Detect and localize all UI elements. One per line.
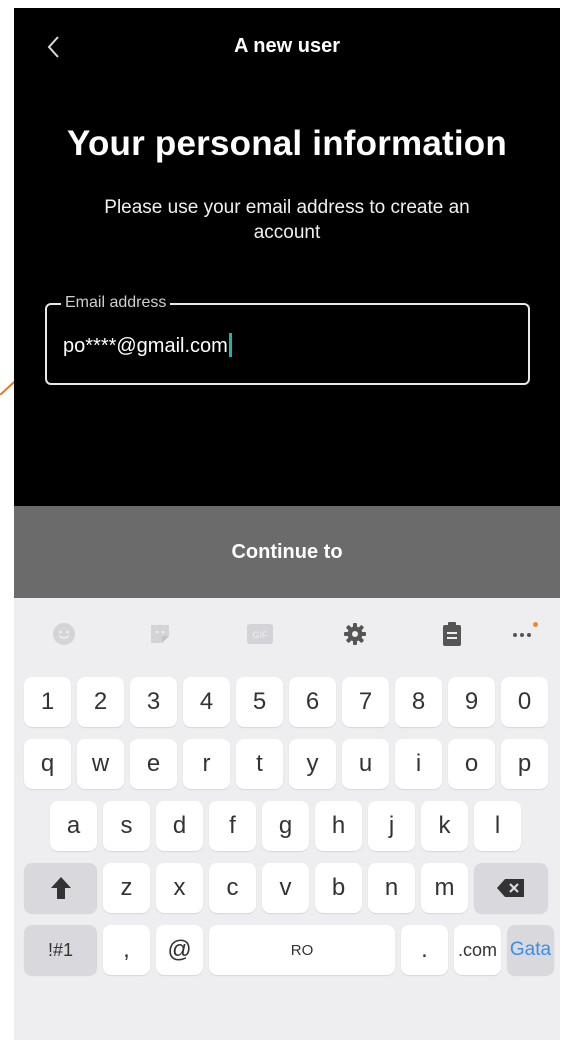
key-t[interactable]: t: [236, 739, 283, 789]
backspace-key[interactable]: [474, 863, 548, 913]
key-0[interactable]: 0: [501, 677, 548, 727]
clipboard-icon: [443, 622, 461, 646]
key-m[interactable]: m: [421, 863, 468, 913]
sticker-button[interactable]: [140, 616, 180, 652]
email-field-value: po****@gmail.com: [63, 335, 228, 357]
key-4[interactable]: 4: [183, 677, 230, 727]
space-key[interactable]: RO: [209, 925, 395, 975]
key-f[interactable]: f: [209, 801, 256, 851]
email-field[interactable]: Email address po****@gmail.com: [45, 293, 530, 385]
emoji-icon: [53, 623, 75, 645]
key-p[interactable]: p: [501, 739, 548, 789]
more-icon: [513, 633, 531, 637]
key-z[interactable]: z: [103, 863, 150, 913]
symbols-key[interactable]: !#1: [24, 925, 97, 975]
settings-button[interactable]: [335, 616, 375, 652]
email-field-label: Email address: [61, 293, 171, 313]
shift-arrow-icon: [50, 877, 71, 899]
keyboard-toolbar: GIF: [14, 598, 560, 670]
key-w[interactable]: w: [77, 739, 124, 789]
key-h[interactable]: h: [315, 801, 362, 851]
keyboard: GIF 1 2 3 4 5 6 7 8 9 0 q w e r t y u i …: [14, 598, 560, 1040]
page-heading: Your personal information: [67, 124, 507, 163]
key-s[interactable]: s: [103, 801, 150, 851]
key-a[interactable]: a: [50, 801, 97, 851]
key-n[interactable]: n: [368, 863, 415, 913]
key-b[interactable]: b: [315, 863, 362, 913]
key-q[interactable]: q: [24, 739, 71, 789]
key-c[interactable]: c: [209, 863, 256, 913]
key-1[interactable]: 1: [24, 677, 71, 727]
key-k[interactable]: k: [421, 801, 468, 851]
at-key[interactable]: @: [156, 925, 203, 975]
key-y[interactable]: y: [289, 739, 336, 789]
text-caret: [228, 333, 232, 357]
notification-dot: [533, 622, 538, 627]
dotcom-key[interactable]: .com: [454, 925, 501, 975]
phone-screen: A new user Your personal information Ple…: [14, 8, 560, 1040]
key-g[interactable]: g: [262, 801, 309, 851]
header-title: A new user: [234, 35, 340, 57]
header: A new user: [14, 8, 560, 88]
key-x[interactable]: x: [156, 863, 203, 913]
gif-icon: GIF: [247, 624, 273, 644]
gif-button[interactable]: GIF: [240, 616, 280, 652]
key-e[interactable]: e: [130, 739, 177, 789]
key-9[interactable]: 9: [448, 677, 495, 727]
emoji-button[interactable]: [44, 616, 84, 652]
more-button[interactable]: [503, 616, 543, 652]
key-2[interactable]: 2: [77, 677, 124, 727]
key-u[interactable]: u: [342, 739, 389, 789]
key-o[interactable]: o: [448, 739, 495, 789]
key-8[interactable]: 8: [395, 677, 442, 727]
clipboard-button[interactable]: [432, 616, 472, 652]
key-r[interactable]: r: [183, 739, 230, 789]
period-key[interactable]: .: [401, 925, 448, 975]
continue-button[interactable]: Continue to: [14, 506, 560, 598]
key-6[interactable]: 6: [289, 677, 336, 727]
sticker-icon: [151, 625, 169, 643]
key-l[interactable]: l: [474, 801, 521, 851]
email-field-value-row[interactable]: po****@gmail.com: [63, 333, 232, 358]
backspace-icon: [497, 879, 524, 897]
key-i[interactable]: i: [395, 739, 442, 789]
page-subtitle: Please use your email address to create …: [104, 197, 470, 243]
go-key[interactable]: Gata: [507, 925, 554, 975]
gear-icon: [344, 623, 366, 645]
key-j[interactable]: j: [368, 801, 415, 851]
key-d[interactable]: d: [156, 801, 203, 851]
key-5[interactable]: 5: [236, 677, 283, 727]
shift-key[interactable]: [24, 863, 97, 913]
key-v[interactable]: v: [262, 863, 309, 913]
comma-key[interactable]: ,: [103, 925, 150, 975]
svg-text:GIF: GIF: [253, 630, 269, 640]
key-7[interactable]: 7: [342, 677, 389, 727]
key-3[interactable]: 3: [130, 677, 177, 727]
